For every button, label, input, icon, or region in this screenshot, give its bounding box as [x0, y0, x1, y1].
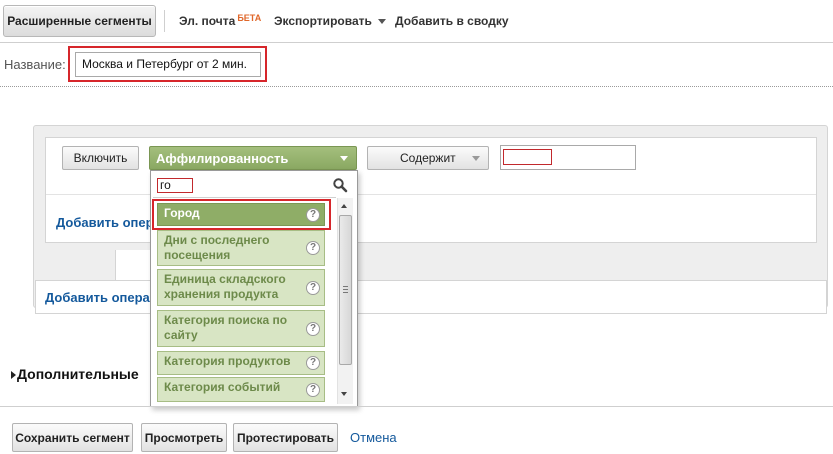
test-button[interactable]: Протестировать: [233, 423, 338, 452]
chevron-down-icon: [377, 19, 386, 25]
footer-divider: [0, 406, 833, 407]
advanced-segments-button[interactable]: Расширенные сегменты: [3, 5, 156, 37]
scroll-up-arrow-icon[interactable]: [341, 204, 347, 208]
scroll-down-arrow-icon[interactable]: [341, 392, 347, 396]
dimension-option-label: Дни с последнего посещения: [164, 233, 270, 262]
grip-line: [343, 286, 348, 287]
grip-line: [343, 292, 348, 293]
dimension-option-event-category[interactable]: Категория событий ?: [157, 377, 325, 402]
toolbar: Расширенные сегменты Эл. почта БЕТА Экспо…: [0, 0, 833, 42]
question-circle-icon[interactable]: ?: [306, 280, 320, 295]
email-label: Эл. почта: [179, 14, 236, 28]
value-highlight-marker: [503, 149, 552, 165]
dotted-divider: [0, 86, 833, 87]
dimension-option-label: Единица складского хранения продукта: [164, 272, 286, 301]
question-circle-icon[interactable]: ?: [306, 241, 320, 255]
dimension-option-label: Категория продуктов: [164, 354, 291, 368]
toolbar-separator: [164, 10, 165, 32]
dimension-option-label: Категория событий: [164, 380, 281, 394]
dimension-option-label: Категория поиска по сайту: [164, 313, 288, 342]
triangle-right-icon[interactable]: [11, 371, 16, 379]
question-circle-icon[interactable]: ?: [306, 382, 320, 397]
dropdown-scrollbar-thumb[interactable]: [339, 215, 352, 365]
name-label: Название:: [4, 57, 66, 72]
question-circle-icon[interactable]: ?: [306, 356, 320, 370]
dropdown-search-divider: [153, 197, 336, 198]
add-to-dashboard-button[interactable]: Добавить в сводку: [395, 14, 509, 28]
export-label: Экспортировать: [274, 14, 372, 28]
dimension-option-site-search-category[interactable]: Категория поиска по сайту ?: [157, 310, 325, 347]
dimension-search-input[interactable]: го: [157, 178, 193, 193]
dimension-select[interactable]: Аффилированность: [149, 146, 357, 170]
dimension-select-label: Аффилированность: [156, 151, 289, 166]
magnifier-icon[interactable]: [332, 177, 348, 193]
chevron-down-icon: [472, 156, 480, 161]
dimension-option-product-sku[interactable]: Единица складского хранения продукта ?: [157, 269, 325, 306]
cancel-link[interactable]: Отмена: [350, 430, 397, 445]
segment-name-input[interactable]: Москва и Петербург от 2 мин.: [75, 52, 261, 77]
toolbar-divider: [0, 42, 833, 43]
match-type-label: Содержит: [400, 151, 456, 165]
dimension-option-days-since-last-visit[interactable]: Дни с последнего посещения ?: [157, 230, 325, 266]
beta-badge: БЕТА: [237, 13, 262, 23]
chevron-down-icon: [340, 156, 348, 161]
save-segment-button[interactable]: Сохранить сегмент: [12, 423, 133, 452]
question-circle-icon[interactable]: ?: [306, 321, 320, 336]
email-button[interactable]: Эл. почта БЕТА: [179, 13, 262, 28]
or-connector: [115, 250, 155, 280]
selected-option-highlight: [152, 199, 331, 230]
advanced-options-toggle[interactable]: Дополнительные: [17, 366, 150, 382]
preview-button[interactable]: Просмотреть: [141, 423, 227, 452]
add-and-statement-link[interactable]: Добавить опера: [45, 290, 150, 305]
add-or-statement-link[interactable]: Добавить опер: [56, 215, 150, 230]
match-type-select[interactable]: Содержит: [367, 146, 489, 170]
dimension-option-product-category[interactable]: Категория продуктов ?: [157, 351, 325, 375]
grip-line: [343, 289, 348, 290]
include-button[interactable]: Включить: [62, 146, 139, 170]
export-menu-button[interactable]: Экспортировать: [274, 14, 386, 28]
